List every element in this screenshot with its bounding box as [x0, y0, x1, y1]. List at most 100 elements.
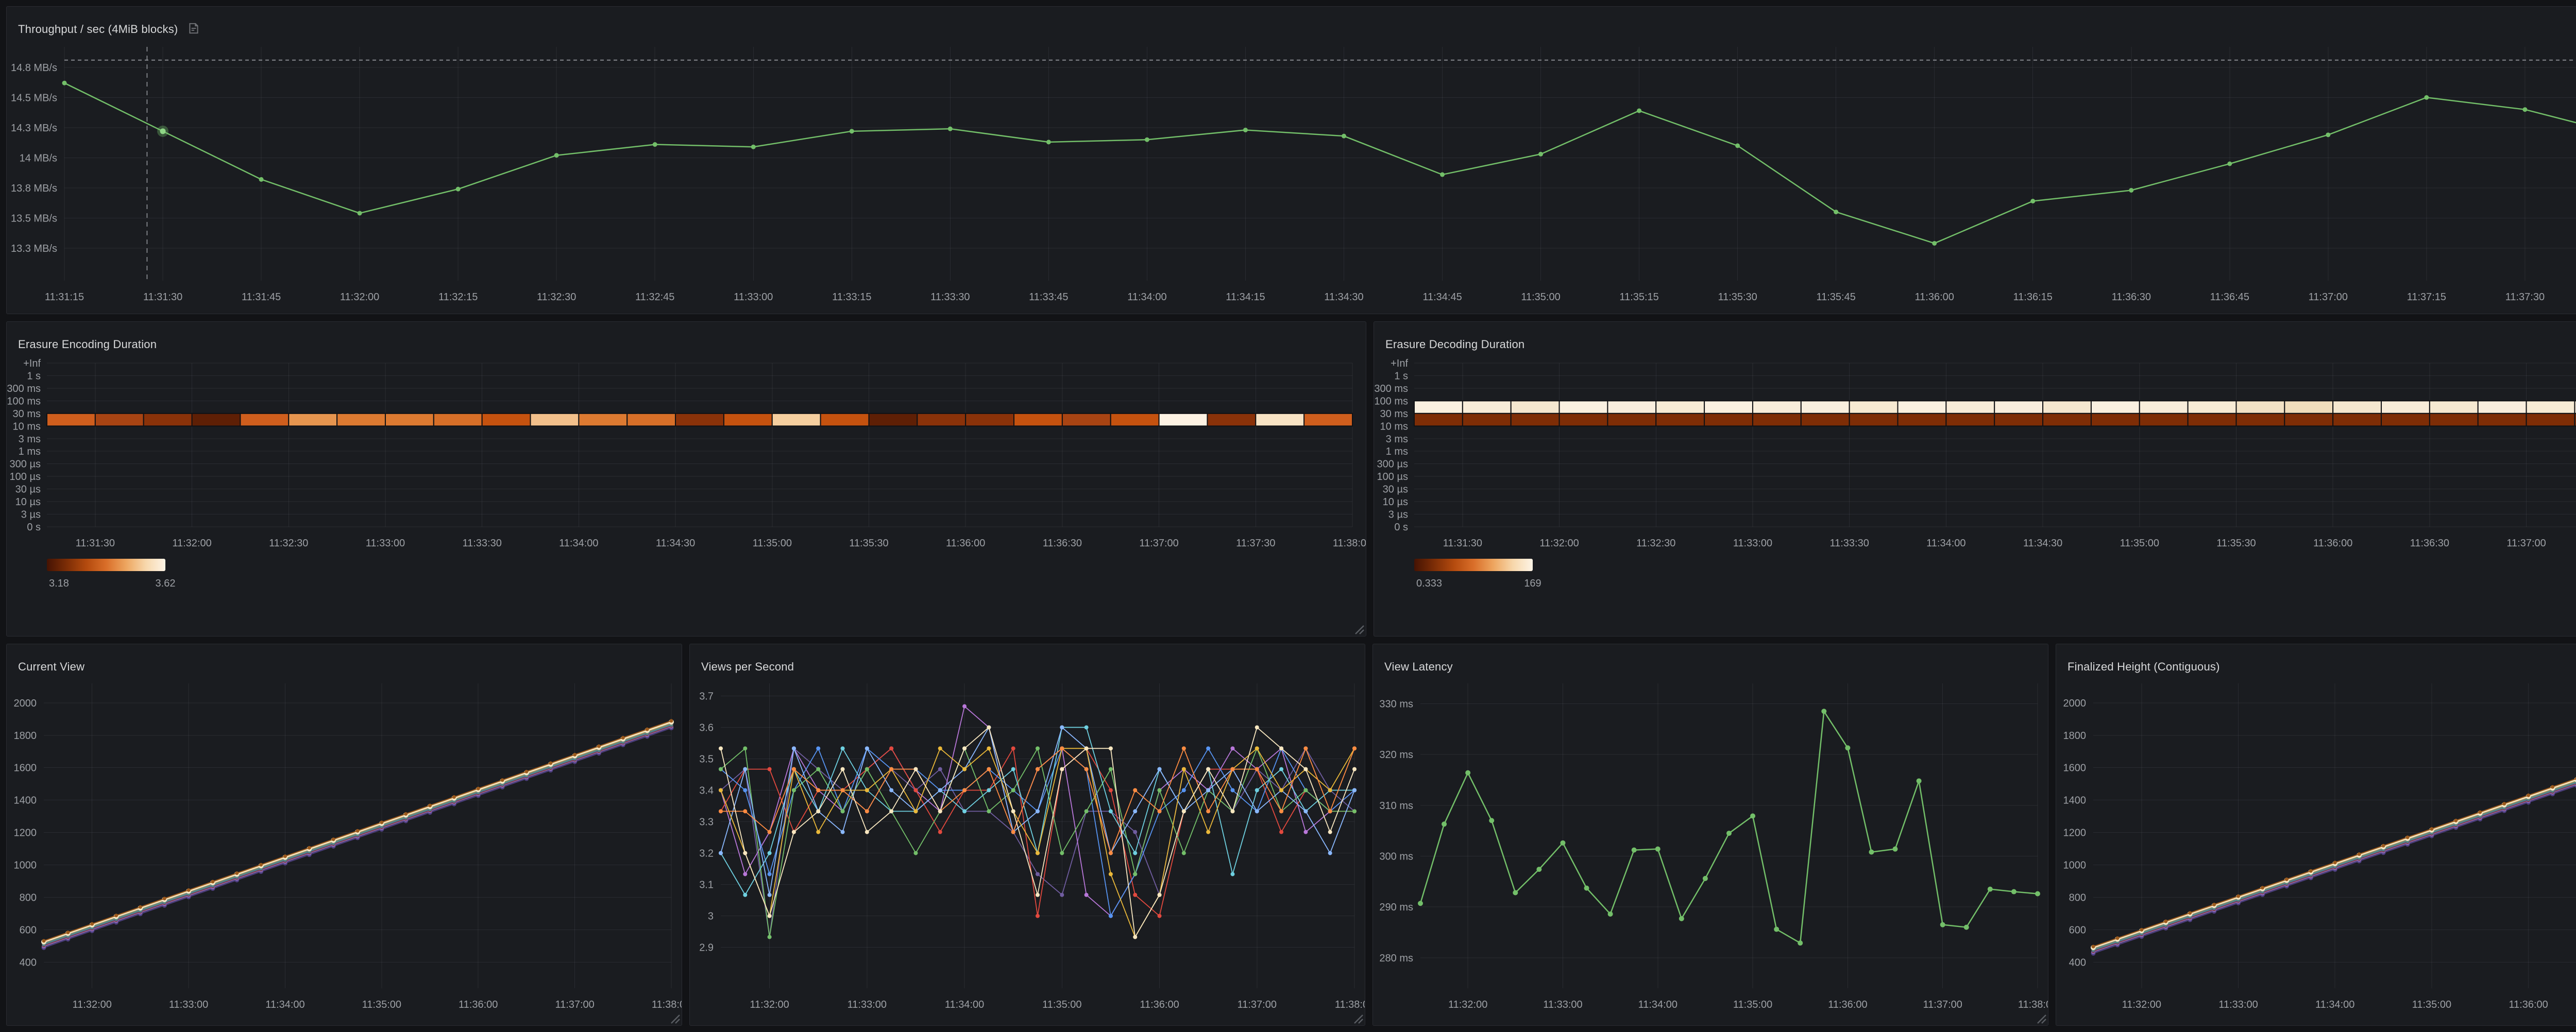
svg-text:800: 800	[20, 892, 37, 904]
current-view-chart[interactable]: 40060080010001200140016001800200011:32:0…	[7, 644, 682, 1025]
svg-text:11:33:45: 11:33:45	[1029, 291, 1068, 303]
svg-text:14.3 MB/s: 14.3 MB/s	[11, 123, 57, 134]
svg-text:11:34:30: 11:34:30	[656, 538, 695, 549]
svg-text:100 ms: 100 ms	[7, 395, 41, 407]
svg-text:11:35:00: 11:35:00	[2120, 538, 2159, 549]
svg-text:11:35:00: 11:35:00	[1733, 999, 1772, 1010]
panel-throughput: Throughput / sec (4MiB blocks) 13.3 MB/s…	[6, 6, 2576, 314]
svg-text:1 s: 1 s	[1394, 370, 1408, 382]
svg-text:11:37:30: 11:37:30	[2505, 291, 2545, 303]
panel-title[interactable]: Erasure Encoding Duration	[18, 338, 157, 351]
svg-text:3 ms: 3 ms	[19, 434, 41, 445]
svg-text:3.3: 3.3	[699, 817, 714, 828]
panel-resize-handle[interactable]	[667, 1011, 681, 1024]
svg-text:3.6: 3.6	[699, 722, 714, 733]
svg-text:11:32:00: 11:32:00	[1448, 999, 1487, 1010]
erasure-encoding-heatmap[interactable]: +Inf1 s300 ms100 ms30 ms10 ms3 ms1 ms300…	[7, 322, 1366, 636]
svg-text:0.333: 0.333	[1416, 578, 1442, 589]
svg-text:11:33:15: 11:33:15	[832, 291, 871, 303]
svg-text:11:36:00: 11:36:00	[2509, 999, 2548, 1010]
panel-resize-handle[interactable]	[1350, 1011, 1364, 1024]
svg-text:11:32:45: 11:32:45	[635, 291, 674, 303]
svg-text:1200: 1200	[14, 828, 37, 839]
svg-text:11:36:00: 11:36:00	[459, 999, 498, 1010]
svg-text:11:36:00: 11:36:00	[2313, 538, 2352, 549]
svg-text:11:34:00: 11:34:00	[1127, 291, 1166, 303]
svg-text:11:34:30: 11:34:30	[2023, 538, 2062, 549]
svg-text:11:36:30: 11:36:30	[1043, 538, 1082, 549]
panel-header: View Latency	[1373, 644, 2048, 682]
svg-text:11:36:00: 11:36:00	[1915, 291, 1954, 303]
svg-text:11:33:30: 11:33:30	[930, 291, 970, 303]
panel-title[interactable]: Throughput / sec (4MiB blocks)	[18, 23, 178, 36]
svg-text:11:32:00: 11:32:00	[750, 999, 789, 1010]
svg-text:11:35:45: 11:35:45	[1816, 291, 1855, 303]
finalized-height-chart[interactable]: 40060080010001200140016001800200011:32:0…	[2056, 644, 2576, 1025]
svg-text:11:38:00: 11:38:00	[1333, 538, 1366, 549]
svg-text:1600: 1600	[2063, 763, 2087, 774]
svg-text:11:32:00: 11:32:00	[340, 291, 379, 303]
svg-text:11:36:00: 11:36:00	[1828, 999, 1867, 1010]
svg-text:11:37:00: 11:37:00	[2309, 291, 2348, 303]
panel-title[interactable]: Current View	[18, 660, 84, 674]
panel-title[interactable]: View Latency	[1384, 660, 1453, 674]
svg-text:11:34:45: 11:34:45	[1422, 291, 1462, 303]
panel-title[interactable]: Finalized Height (Contiguous)	[2067, 660, 2220, 674]
svg-text:10 µs: 10 µs	[1383, 496, 1408, 508]
svg-text:11:32:00: 11:32:00	[73, 999, 112, 1010]
svg-text:100 µs: 100 µs	[10, 471, 41, 483]
svg-text:11:33:00: 11:33:00	[1733, 538, 1772, 549]
svg-text:11:34:15: 11:34:15	[1226, 291, 1265, 303]
svg-text:11:34:00: 11:34:00	[559, 538, 598, 549]
svg-text:300 µs: 300 µs	[10, 459, 41, 470]
svg-text:100 µs: 100 µs	[1377, 471, 1408, 483]
panel-erasure-decoding: Erasure Decoding Duration +Inf1 s300 ms1…	[1374, 321, 2576, 637]
svg-text:11:35:00: 11:35:00	[1521, 291, 1560, 303]
svg-text:3.5: 3.5	[699, 753, 714, 765]
document-icon[interactable]	[187, 22, 200, 38]
panel-resize-handle[interactable]	[2033, 1011, 2047, 1024]
svg-text:1000: 1000	[14, 860, 37, 871]
svg-text:1800: 1800	[2063, 730, 2087, 742]
svg-text:3.2: 3.2	[699, 848, 714, 859]
svg-text:310 ms: 310 ms	[1379, 800, 1413, 812]
svg-text:1200: 1200	[2063, 828, 2087, 839]
svg-text:11:34:30: 11:34:30	[1324, 291, 1363, 303]
svg-text:14.8 MB/s: 14.8 MB/s	[11, 62, 57, 74]
svg-text:11:33:00: 11:33:00	[366, 538, 405, 549]
svg-text:11:36:30: 11:36:30	[2112, 291, 2151, 303]
svg-text:11:32:30: 11:32:30	[537, 291, 576, 303]
svg-text:2000: 2000	[2063, 698, 2087, 709]
svg-text:3.18: 3.18	[49, 578, 69, 589]
view-latency-chart[interactable]: 280 ms290 ms300 ms310 ms320 ms330 ms11:3…	[1373, 644, 2048, 1025]
svg-text:11:35:30: 11:35:30	[1718, 291, 1757, 303]
svg-text:11:38:00: 11:38:00	[2018, 999, 2048, 1010]
svg-text:11:31:15: 11:31:15	[45, 291, 84, 303]
views-per-second-chart[interactable]: 2.933.13.23.33.43.53.63.711:32:0011:33:0…	[690, 644, 1365, 1025]
svg-text:11:35:15: 11:35:15	[1619, 291, 1658, 303]
svg-text:600: 600	[20, 925, 37, 936]
svg-text:11:37:30: 11:37:30	[1236, 538, 1275, 549]
panel-title[interactable]: Erasure Decoding Duration	[1385, 338, 1524, 351]
svg-text:2000: 2000	[14, 698, 37, 709]
svg-text:1400: 1400	[14, 795, 37, 806]
throughput-chart[interactable]: 13.3 MB/s13.5 MB/s13.8 MB/s14 MB/s14.3 M…	[7, 7, 2576, 314]
svg-text:11:32:00: 11:32:00	[172, 538, 211, 549]
svg-text:10 ms: 10 ms	[1380, 421, 1408, 432]
svg-text:100 ms: 100 ms	[1374, 395, 1408, 407]
panel-title[interactable]: Views per Second	[701, 660, 794, 674]
svg-text:11:33:00: 11:33:00	[169, 999, 208, 1010]
svg-text:1 ms: 1 ms	[19, 446, 41, 457]
panel-resize-handle[interactable]	[1351, 622, 1365, 635]
svg-text:11:38:00: 11:38:00	[652, 999, 682, 1010]
svg-text:11:33:00: 11:33:00	[2218, 999, 2258, 1010]
svg-text:11:34:00: 11:34:00	[2315, 999, 2354, 1010]
panel-erasure-encoding: Erasure Encoding Duration +Inf1 s300 ms1…	[6, 321, 1366, 637]
svg-text:13.8 MB/s: 13.8 MB/s	[11, 183, 57, 194]
svg-text:3: 3	[708, 911, 714, 922]
panel-views-per-second: Views per Second 2.933.13.23.33.43.53.63…	[689, 644, 1365, 1026]
erasure-decoding-heatmap[interactable]: +Inf1 s300 ms100 ms30 ms10 ms3 ms1 ms300…	[1374, 322, 2576, 636]
svg-text:30 ms: 30 ms	[1380, 408, 1408, 420]
svg-text:3.4: 3.4	[699, 785, 714, 797]
svg-text:400: 400	[2069, 957, 2086, 969]
